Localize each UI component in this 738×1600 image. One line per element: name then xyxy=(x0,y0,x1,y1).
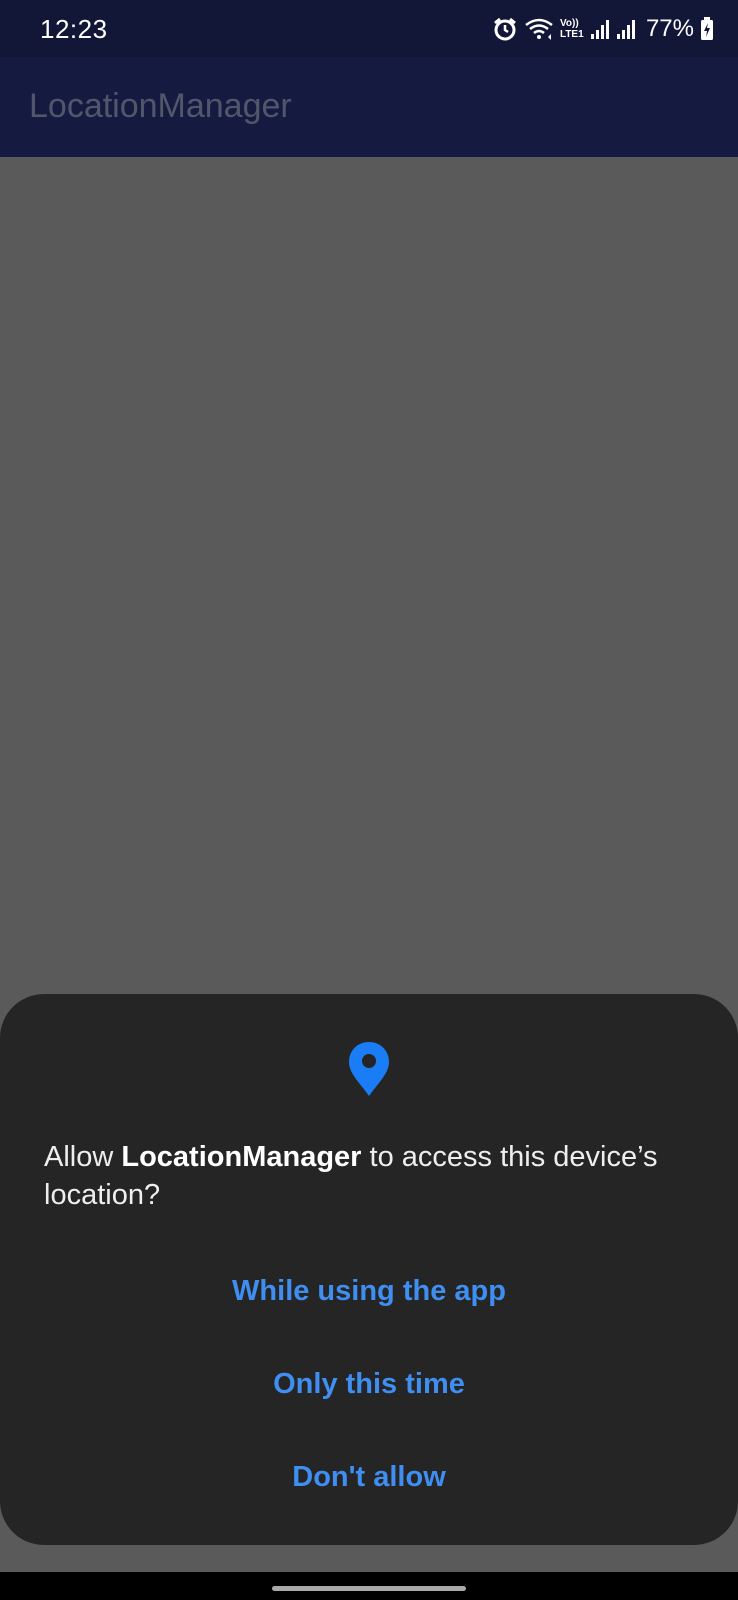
signal-icon xyxy=(616,18,636,40)
message-prefix: Allow xyxy=(44,1141,122,1173)
app-bar: LocationManager xyxy=(0,57,738,157)
volte-icon: Vo)) LTE1 xyxy=(559,18,584,40)
signal-icon xyxy=(590,18,610,40)
location-pin-icon xyxy=(346,1040,392,1098)
status-bar: 12:23 Vo)) LTE1 77% xyxy=(0,0,738,57)
message-app-name: LocationManager xyxy=(121,1141,362,1173)
home-handle[interactable] xyxy=(272,1586,466,1591)
battery-percent: 77% xyxy=(645,15,694,42)
alarm-icon xyxy=(492,16,518,42)
navigation-bar xyxy=(0,1572,738,1600)
wifi-icon xyxy=(524,17,554,41)
app-title: LocationManager xyxy=(29,87,292,125)
only-this-time-button[interactable]: Only this time xyxy=(40,1344,698,1424)
location-permission-dialog: Allow LocationManager to access this dev… xyxy=(0,994,738,1545)
battery-icon xyxy=(700,17,714,41)
status-icons: Vo)) LTE1 77% xyxy=(492,12,714,46)
while-using-app-button[interactable]: While using the app xyxy=(40,1251,698,1331)
dialog-message: Allow LocationManager to access this dev… xyxy=(44,1138,704,1214)
status-time: 12:23 xyxy=(40,14,108,44)
dont-allow-button[interactable]: Don't allow xyxy=(40,1437,698,1517)
